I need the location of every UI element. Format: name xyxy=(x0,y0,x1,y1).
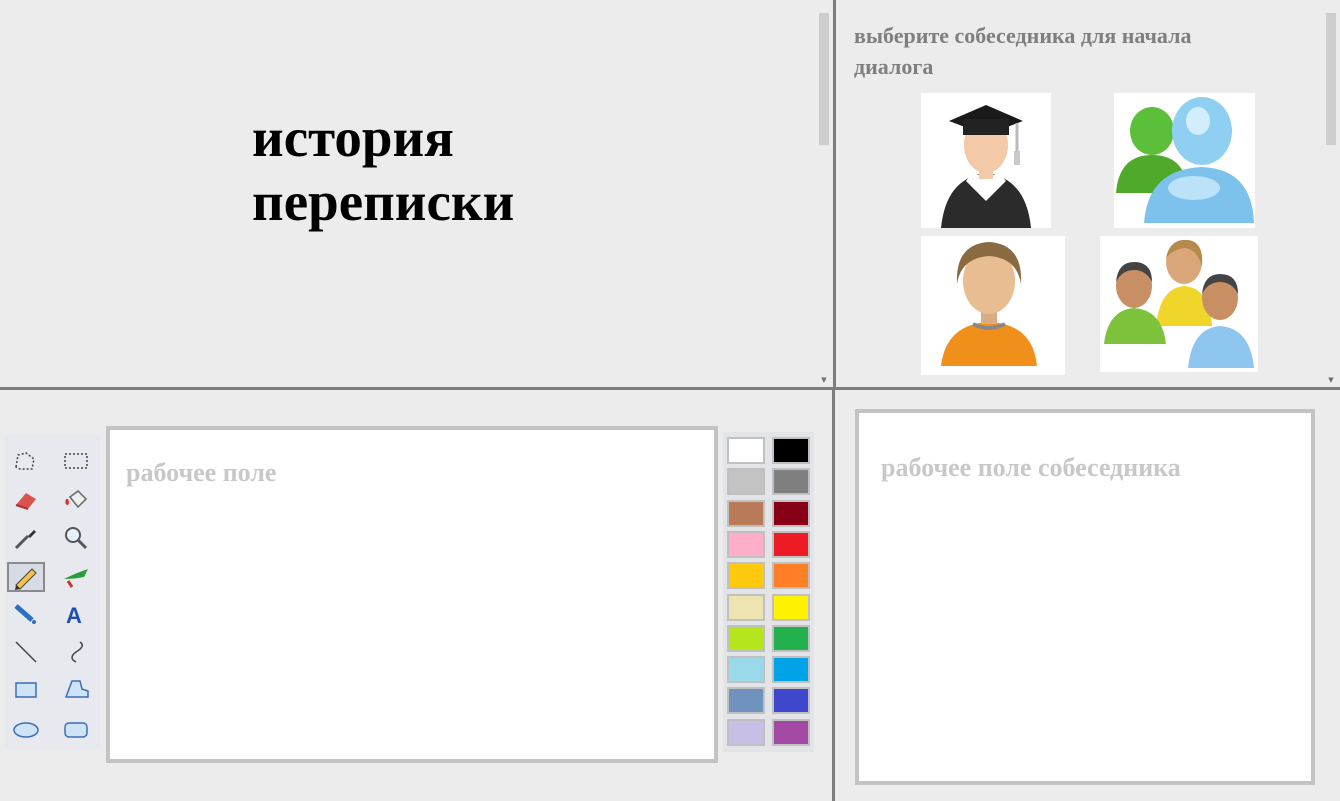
tool-eraser-button[interactable] xyxy=(7,486,45,516)
tool-rounded-rect-tool-button[interactable] xyxy=(57,714,95,744)
color-picker-icon xyxy=(14,530,36,550)
ellipse-tool-icon xyxy=(13,722,39,738)
contacts-scroll-down-arrow[interactable]: ▼ xyxy=(1324,375,1338,385)
rectangle-tool-icon xyxy=(15,682,37,698)
fill-bucket-icon xyxy=(65,490,88,509)
tool-airbrush-button[interactable] xyxy=(7,599,45,629)
airbrush-icon xyxy=(14,604,36,624)
polygon-tool-icon xyxy=(64,680,89,698)
horizontal-divider xyxy=(0,387,1340,390)
tool-curve-tool-button[interactable] xyxy=(57,637,95,667)
tool-rect-select-button[interactable] xyxy=(57,448,95,478)
color-swatch[interactable] xyxy=(727,530,765,558)
color-swatch[interactable] xyxy=(727,593,765,621)
history-title-line1: история xyxy=(252,107,454,168)
person-avatar-icon xyxy=(941,242,1037,366)
contacts-scroll-thumb[interactable] xyxy=(1326,13,1336,145)
history-scrollbar[interactable]: ▼ xyxy=(817,5,831,385)
work-canvas[interactable]: рабочее поле xyxy=(106,426,718,763)
text-tool-icon: A xyxy=(66,603,82,628)
history-scroll-down-arrow[interactable]: ▼ xyxy=(817,375,831,385)
partner-canvas: рабочее поле собеседника xyxy=(855,409,1315,785)
tool-rectangle-tool-button[interactable] xyxy=(7,674,45,704)
color-swatch[interactable] xyxy=(727,624,765,652)
work-canvas-placeholder: рабочее поле xyxy=(126,458,277,487)
history-title-line2: переписки xyxy=(252,171,515,232)
history-panel: история переписки xyxy=(0,0,817,387)
tool-ellipse-tool-button[interactable] xyxy=(7,714,45,744)
tool-magnifier-button[interactable] xyxy=(57,523,95,553)
color-swatch[interactable] xyxy=(727,437,765,464)
color-swatch[interactable] xyxy=(772,437,810,464)
color-swatch[interactable] xyxy=(727,468,765,496)
color-palette xyxy=(723,432,814,752)
color-swatch[interactable] xyxy=(772,593,810,621)
tool-brush-button[interactable] xyxy=(57,562,95,592)
tool-line-tool-button[interactable] xyxy=(7,637,45,667)
color-swatch[interactable] xyxy=(772,499,810,527)
tool-fill-bucket-button[interactable] xyxy=(57,486,95,516)
users-messenger-avatar[interactable] xyxy=(1114,93,1255,228)
color-swatch[interactable] xyxy=(772,530,810,558)
tool-color-picker-button[interactable] xyxy=(7,523,45,553)
color-swatch[interactable] xyxy=(772,687,810,715)
color-swatch[interactable] xyxy=(727,562,765,590)
color-swatch[interactable] xyxy=(772,562,810,590)
rect-select-icon xyxy=(64,453,88,469)
line-tool-icon xyxy=(15,641,37,663)
color-swatch[interactable] xyxy=(727,656,765,684)
toolbox: A xyxy=(5,434,100,750)
color-swatch[interactable] xyxy=(772,468,810,496)
group-avatar[interactable] xyxy=(1100,236,1258,372)
eraser-icon xyxy=(15,493,36,510)
tool-free-form-select-button[interactable] xyxy=(7,448,45,478)
color-swatch[interactable] xyxy=(727,718,765,746)
color-swatch[interactable] xyxy=(772,624,810,652)
color-swatch[interactable] xyxy=(727,687,765,715)
history-title: история переписки xyxy=(252,106,514,234)
graduate-avatar[interactable] xyxy=(921,93,1051,228)
users-messenger-avatar-icon xyxy=(1116,97,1254,223)
contacts-scrollbar[interactable]: ▼ xyxy=(1324,5,1338,385)
magnifier-icon xyxy=(65,527,88,550)
tool-text-tool-button[interactable]: A xyxy=(57,599,95,629)
color-swatch[interactable] xyxy=(727,499,765,527)
svg-text:A: A xyxy=(66,603,82,628)
graduate-avatar-icon xyxy=(941,105,1031,228)
rounded-rect-tool-icon xyxy=(64,722,88,738)
tool-polygon-tool-button[interactable] xyxy=(57,674,95,704)
brush-icon xyxy=(64,569,88,588)
free-form-select-icon xyxy=(15,452,35,470)
person-avatar[interactable] xyxy=(921,236,1065,375)
partner-canvas-placeholder: рабочее поле собеседника xyxy=(881,453,1181,482)
pencil-icon xyxy=(15,568,37,590)
color-swatch[interactable] xyxy=(772,718,810,746)
group-avatar-icon xyxy=(1104,239,1254,368)
tool-pencil-button[interactable] xyxy=(7,562,45,592)
color-swatch[interactable] xyxy=(772,656,810,684)
history-scroll-thumb[interactable] xyxy=(819,13,829,145)
curve-tool-icon xyxy=(71,641,83,663)
bottom-vertical-divider xyxy=(832,390,835,801)
contacts-prompt: выберите собеседника для начала диалога xyxy=(854,23,1192,79)
